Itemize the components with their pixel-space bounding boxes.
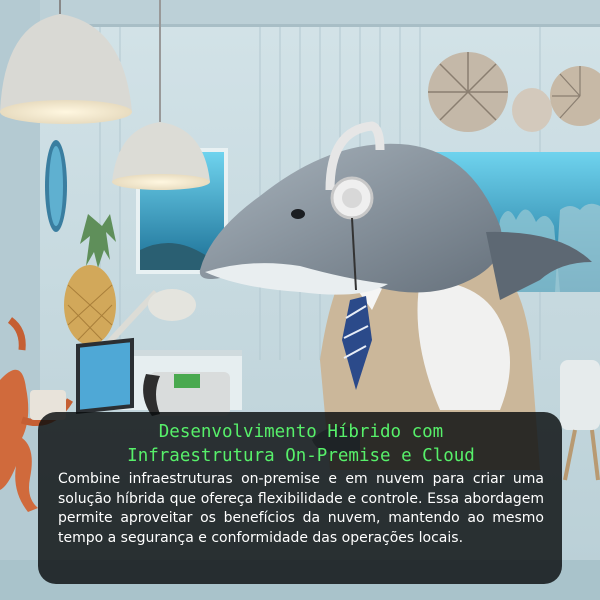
caption-box: Desenvolvimento Híbrido com Infraestrutu… [38,412,562,584]
caption-body: Combine infraestruturas on-premise e em … [58,471,544,546]
caption-title-line-2: Infraestrutura On-Premise e Cloud [127,446,475,466]
caption-title-line-1: Desenvolvimento Híbrido com [158,422,444,442]
caption-title: Desenvolvimento Híbrido com Infraestrutu… [58,420,544,468]
